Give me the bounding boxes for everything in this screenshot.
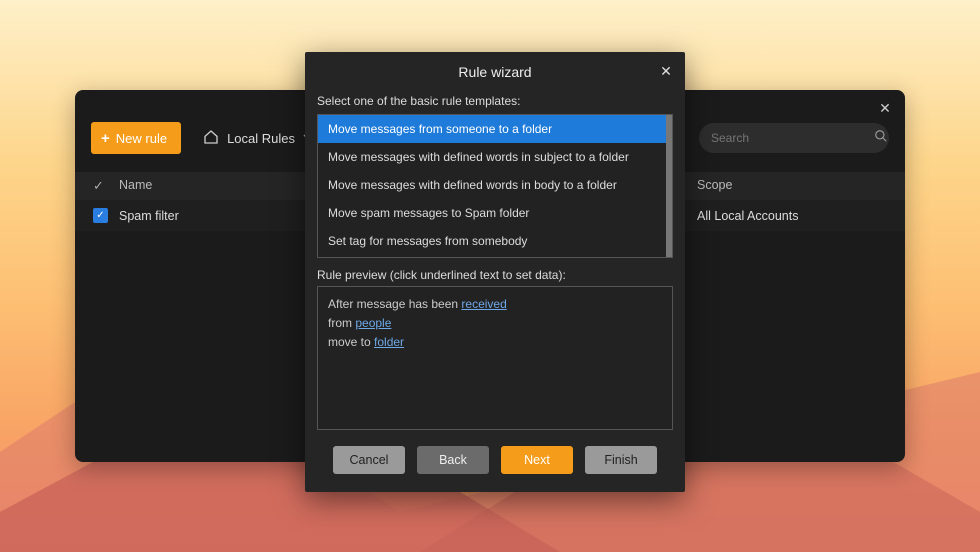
check-icon: ✓ bbox=[93, 178, 104, 194]
template-item[interactable]: Move spam messages to Spam folder bbox=[318, 199, 672, 227]
search-input[interactable] bbox=[711, 131, 866, 145]
row-checkbox[interactable]: ✓ bbox=[93, 208, 108, 223]
column-scope[interactable]: Scope bbox=[697, 178, 887, 194]
template-item[interactable]: Set tag for messages from somebody bbox=[318, 227, 672, 255]
template-item[interactable]: Move messages with defined words in subj… bbox=[318, 143, 672, 171]
row-scope: All Local Accounts bbox=[697, 209, 887, 223]
select-template-label: Select one of the basic rule templates: bbox=[317, 94, 673, 108]
rule-wizard-dialog: Rule wizard ✕ Select one of the basic ru… bbox=[305, 52, 685, 492]
search-icon bbox=[874, 129, 888, 148]
preview-link-received[interactable]: received bbox=[461, 297, 506, 311]
preview-text: move to bbox=[328, 335, 374, 349]
wizard-title-bar: Rule wizard ✕ bbox=[305, 52, 685, 90]
preview-label: Rule preview (click underlined text to s… bbox=[317, 268, 673, 282]
new-rule-label: New rule bbox=[116, 131, 167, 146]
template-list[interactable]: Move messages from someone to a folder M… bbox=[317, 114, 673, 258]
home-icon bbox=[203, 129, 219, 148]
preview-line: move to folder bbox=[328, 333, 662, 352]
column-enabled[interactable]: ✓ bbox=[93, 178, 119, 194]
back-button[interactable]: Back bbox=[417, 446, 489, 474]
preview-link-people[interactable]: people bbox=[355, 316, 391, 330]
local-rules-label: Local Rules bbox=[227, 131, 295, 146]
wizard-title: Rule wizard bbox=[458, 64, 531, 80]
preview-text: After message has been bbox=[328, 297, 461, 311]
local-rules-dropdown[interactable]: Local Rules bbox=[195, 123, 321, 154]
preview-line: After message has been received bbox=[328, 295, 662, 314]
search-input-wrap[interactable] bbox=[699, 123, 889, 153]
preview-line: from people bbox=[328, 314, 662, 333]
wizard-footer: Cancel Back Next Finish bbox=[305, 430, 685, 492]
close-icon[interactable]: ✕ bbox=[875, 98, 895, 118]
finish-button[interactable]: Finish bbox=[585, 446, 657, 474]
template-item[interactable]: Move messages with defined words in body… bbox=[318, 171, 672, 199]
new-rule-button[interactable]: + New rule bbox=[91, 122, 181, 154]
preview-text: from bbox=[328, 316, 355, 330]
cancel-button[interactable]: Cancel bbox=[333, 446, 405, 474]
template-item[interactable]: Move messages from someone to a folder bbox=[318, 115, 672, 143]
close-icon[interactable]: ✕ bbox=[657, 62, 675, 80]
next-button[interactable]: Next bbox=[501, 446, 573, 474]
preview-box: After message has been received from peo… bbox=[317, 286, 673, 430]
preview-link-folder[interactable]: folder bbox=[374, 335, 404, 349]
plus-icon: + bbox=[101, 130, 110, 147]
